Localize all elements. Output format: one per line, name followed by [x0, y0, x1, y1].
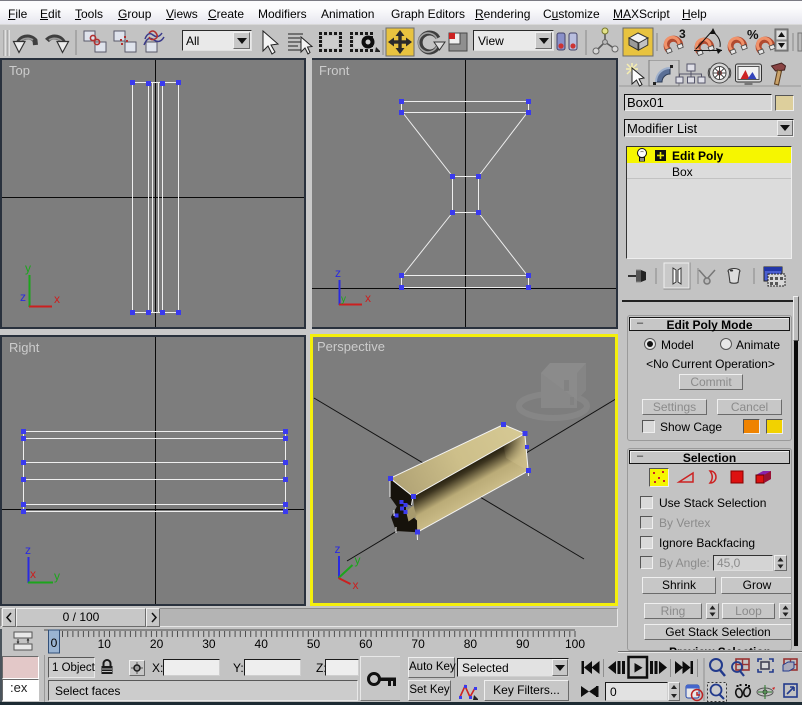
- svg-text:x: x: [353, 578, 359, 592]
- svg-text:x: x: [365, 291, 371, 305]
- svg-text:0: 0: [51, 636, 58, 650]
- svg-text:70: 70: [411, 637, 425, 651]
- svg-text:50: 50: [307, 637, 321, 651]
- svg-text:z: z: [335, 542, 341, 556]
- svg-text:100: 100: [565, 637, 585, 651]
- svg-text:3: 3: [679, 27, 686, 41]
- svg-text:x: x: [30, 567, 36, 581]
- svg-text:x: x: [54, 292, 60, 306]
- svg-text:80: 80: [464, 637, 478, 651]
- svg-text:z: z: [25, 543, 31, 557]
- svg-text:y: y: [25, 261, 31, 275]
- svg-text:z: z: [20, 290, 26, 304]
- svg-text:10: 10: [98, 637, 112, 651]
- svg-text:y: y: [355, 553, 361, 567]
- svg-text:40: 40: [255, 637, 269, 651]
- svg-text:y: y: [341, 294, 346, 305]
- svg-text:20: 20: [150, 637, 164, 651]
- svg-text:60: 60: [359, 637, 373, 651]
- svg-text:90: 90: [516, 637, 530, 651]
- svg-text:30: 30: [202, 637, 216, 651]
- svg-text:%: %: [747, 27, 759, 42]
- svg-text:y: y: [54, 569, 60, 583]
- svg-text:z: z: [335, 266, 341, 280]
